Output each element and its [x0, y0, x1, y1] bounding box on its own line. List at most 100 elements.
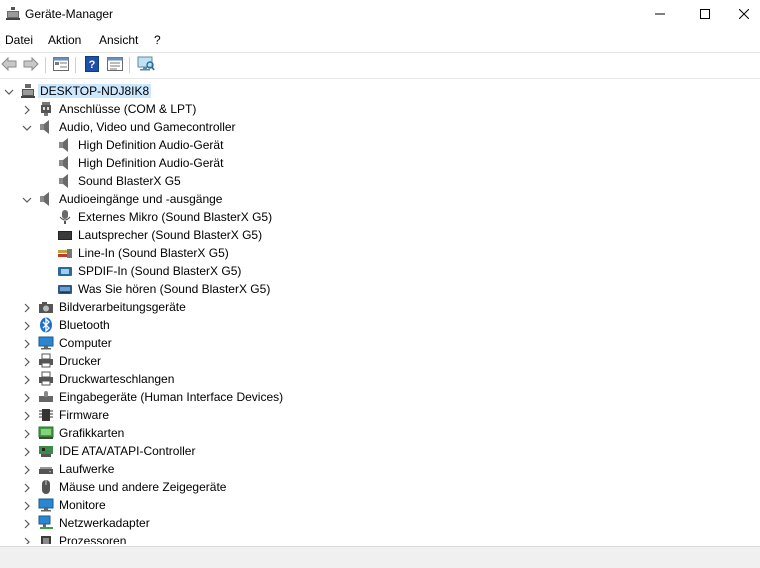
device-item[interactable]: Line-In (Sound BlasterX G5) [0, 244, 760, 262]
chevron-down-icon[interactable] [22, 194, 32, 204]
speaker-icon [57, 155, 73, 171]
category-audio-video[interactable]: Audio, Video und Gamecontroller [0, 118, 760, 136]
help-icon: ? [85, 55, 99, 75]
chevron-right-icon[interactable] [22, 518, 32, 529]
port-connector-icon [38, 101, 54, 117]
maximize-icon [700, 9, 710, 19]
chevron-right-icon[interactable] [22, 446, 32, 457]
category-audio-io[interactable]: Audioeingänge und -ausgänge [0, 190, 760, 208]
drive-icon [38, 461, 54, 477]
back-button[interactable] [0, 56, 18, 74]
help-button[interactable]: ? [83, 55, 101, 75]
chevron-right-icon[interactable] [22, 410, 32, 421]
category-computer[interactable]: Computer [0, 334, 760, 352]
chevron-right-icon[interactable] [22, 482, 32, 493]
title-bar: Geräte-Manager [0, 0, 760, 28]
device-item[interactable]: Sound BlasterX G5 [0, 172, 760, 190]
category-print-queues[interactable]: Druckwarteschlangen [0, 370, 760, 388]
toolbar-separator [129, 57, 130, 73]
status-bar [0, 546, 760, 568]
device-item[interactable]: High Definition Audio-Gerät [0, 154, 760, 172]
back-arrow-icon [1, 56, 17, 74]
monitor-icon [38, 335, 54, 351]
category-processors[interactable]: Prozessoren [0, 532, 760, 544]
device-label: Was Sie hören (Sound BlasterX G5) [78, 282, 271, 296]
minimize-button[interactable] [637, 0, 683, 28]
processor-icon [38, 533, 54, 544]
device-label: SPDIF-In (Sound BlasterX G5) [78, 264, 242, 278]
device-label: Lautsprecher (Sound BlasterX G5) [78, 228, 263, 242]
menu-bar: Datei Aktion Ansicht ? [0, 30, 760, 50]
spdif-connector-icon [57, 263, 73, 279]
category-bluetooth[interactable]: Bluetooth [0, 316, 760, 334]
tree-root-label: DESKTOP-NDJ8IK8 [38, 84, 152, 98]
category-label: Grafikkarten [59, 426, 125, 440]
device-item[interactable]: Was Sie hören (Sound BlasterX G5) [0, 280, 760, 298]
menu-aktion[interactable]: Aktion [48, 33, 81, 47]
category-ide[interactable]: IDE ATA/ATAPI-Controller [0, 442, 760, 460]
category-ports[interactable]: Anschlüsse (COM & LPT) [0, 100, 760, 118]
chevron-right-icon[interactable] [22, 500, 32, 511]
device-view-icon [107, 56, 123, 74]
chevron-right-icon[interactable] [22, 104, 32, 115]
ide-controller-icon [38, 443, 54, 459]
speaker-icon [57, 137, 73, 153]
scan-hardware-icon [137, 56, 155, 75]
category-hid[interactable]: Eingabegeräte (Human Interface Devices) [0, 388, 760, 406]
device-view-button[interactable] [106, 56, 124, 74]
chevron-right-icon[interactable] [22, 302, 32, 313]
chevron-right-icon[interactable] [22, 428, 32, 439]
chevron-down-icon[interactable] [4, 86, 14, 96]
chevron-right-icon[interactable] [22, 338, 32, 349]
category-drives[interactable]: Laufwerke [0, 460, 760, 478]
printer-icon [38, 371, 54, 387]
speaker-box-icon [57, 227, 73, 243]
close-icon [739, 9, 749, 19]
chevron-right-icon[interactable] [22, 356, 32, 367]
device-label: High Definition Audio-Gerät [78, 138, 224, 152]
category-mice[interactable]: Mäuse und andere Zeigegeräte [0, 478, 760, 496]
sound-card-icon [57, 281, 73, 297]
hid-device-icon [38, 389, 54, 405]
tree-root[interactable]: DESKTOP-NDJ8IK8 [0, 82, 760, 100]
category-label: Bildverarbeitungsgeräte [59, 300, 186, 314]
properties-button[interactable] [52, 56, 70, 74]
camera-icon [38, 299, 54, 315]
close-button[interactable] [728, 0, 760, 28]
category-label: Drucker [59, 354, 102, 368]
chevron-right-icon[interactable] [22, 320, 32, 331]
maximize-button[interactable] [682, 0, 728, 28]
device-tree: DESKTOP-NDJ8IK8 Anschlüsse (COM & LPT) A… [0, 82, 760, 544]
scan-hardware-button[interactable] [137, 56, 155, 74]
chevron-down-icon[interactable] [22, 122, 32, 132]
chevron-right-icon[interactable] [22, 392, 32, 403]
minimize-icon [655, 9, 665, 19]
chevron-right-icon[interactable] [22, 536, 32, 544]
chevron-right-icon[interactable] [22, 374, 32, 385]
category-monitors[interactable]: Monitore [0, 496, 760, 514]
toolbar-separator [75, 57, 76, 73]
forward-button[interactable] [22, 56, 40, 74]
category-network[interactable]: Netzwerkadapter [0, 514, 760, 532]
category-graphics[interactable]: Grafikkarten [0, 424, 760, 442]
menu-ansicht[interactable]: Ansicht [99, 33, 138, 47]
category-printers[interactable]: Drucker [0, 352, 760, 370]
device-item[interactable]: High Definition Audio-Gerät [0, 136, 760, 154]
device-item[interactable]: Lautsprecher (Sound BlasterX G5) [0, 226, 760, 244]
category-label: Bluetooth [59, 318, 110, 332]
toolbar: ? [0, 52, 760, 79]
category-label: Computer [59, 336, 112, 350]
category-firmware[interactable]: Firmware [0, 406, 760, 424]
forward-arrow-icon [23, 56, 39, 74]
line-in-cable-icon [57, 245, 73, 261]
menu-help[interactable]: ? [154, 33, 161, 47]
category-imaging[interactable]: Bildverarbeitungsgeräte [0, 298, 760, 316]
monitor-icon [38, 497, 54, 513]
chevron-right-icon[interactable] [22, 464, 32, 475]
device-item[interactable]: Externes Mikro (Sound BlasterX G5) [0, 208, 760, 226]
toolbar-separator [45, 57, 46, 73]
computer-tower-icon [20, 83, 36, 99]
device-item[interactable]: SPDIF-In (Sound BlasterX G5) [0, 262, 760, 280]
menu-datei[interactable]: Datei [5, 33, 33, 47]
category-label: Audio, Video und Gamecontroller [59, 120, 236, 134]
